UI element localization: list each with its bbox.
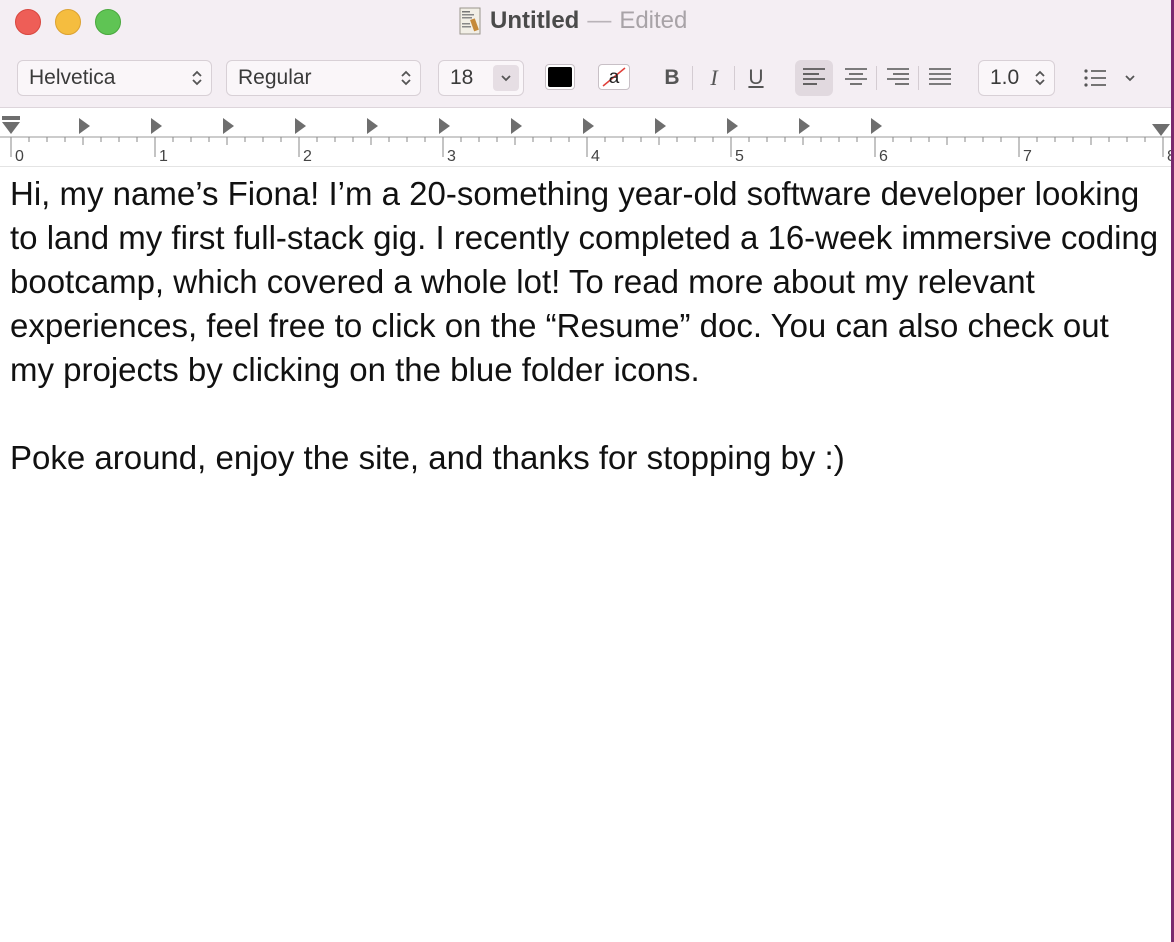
updown-chevron-icon [1035,70,1045,86]
divider [692,66,693,90]
window-chrome: Untitled — Edited Helvetica Regular 18 a… [0,0,1171,108]
textedit-window: Untitled — Edited Helvetica Regular 18 a… [0,0,1174,942]
document-icon [458,7,482,35]
ruler-label: 7 [1023,148,1032,165]
justify-button[interactable] [921,60,959,96]
ruler-label: 3 [447,148,456,165]
paragraph-closing: Poke around, enjoy the site, and thanks … [10,439,845,476]
font-style-value: Regular [238,66,312,89]
divider [734,66,735,90]
font-style-popup[interactable]: Regular [226,60,421,96]
highlight-glyph: a [609,67,620,88]
ruler-label: 1 [159,148,168,165]
divider [876,66,877,90]
tab-stop-marker [151,118,162,134]
title-separator: — [587,7,612,34]
line-spacing-value: 1.0 [990,66,1020,89]
ruler-label: 4 [591,148,600,165]
font-size-value: 18 [450,66,474,89]
document-body[interactable]: Hi, my name’s Fiona! I’m a 20-something … [10,172,1160,480]
ruler-label: 6 [879,148,888,165]
list-style-button[interactable] [1080,60,1144,96]
font-size-combo[interactable]: 18 [438,60,524,96]
updown-chevron-icon [192,70,202,86]
ruler-label: 5 [735,148,744,165]
tab-stop-marker [79,118,90,134]
align-left-icon [803,68,825,85]
tab-stop-marker [871,118,882,134]
tab-stop-marker [727,118,738,134]
align-center-icon [845,68,867,85]
first-line-indent-marker [2,116,20,120]
right-margin-marker [1152,124,1170,136]
tab-stop-marker [511,118,522,134]
font-family-value: Helvetica [29,66,116,89]
ruler[interactable]: 012345678 [0,109,1174,167]
maximize-button[interactable] [95,9,121,35]
tab-stop-marker [655,118,666,134]
text-color-swatch [548,67,572,87]
tab-stop-marker [799,118,810,134]
divider [918,66,919,90]
italic-button[interactable]: I [700,60,728,96]
highlight-color-well[interactable]: a [598,64,630,90]
line-spacing-popup[interactable]: 1.0 [978,60,1055,96]
title-text: Untitled [490,7,580,34]
tab-stop-marker [583,118,594,134]
window-title: Untitled — Edited [458,6,687,36]
updown-chevron-icon [401,70,411,86]
paragraph-intro: Hi, my name’s Fiona! I’m a 20-something … [10,175,1159,388]
justify-icon [929,68,951,85]
align-center-button[interactable] [837,60,875,96]
ruler-label: 0 [15,148,24,165]
align-right-button[interactable] [879,60,917,96]
left-indent-marker [2,122,20,134]
close-button[interactable] [15,9,41,35]
ruler-scale: 012345678 [0,116,1174,165]
text-color-well[interactable] [545,64,575,90]
font-size-dropdown-button[interactable] [493,65,519,91]
bold-button[interactable]: B [658,60,686,96]
align-left-button[interactable] [795,60,833,96]
chevron-down-icon [1125,75,1135,82]
minimize-button[interactable] [55,9,81,35]
font-family-popup[interactable]: Helvetica [17,60,212,96]
edited-status: Edited [619,7,688,34]
tab-stop-marker [367,118,378,134]
tab-stop-marker [439,118,450,134]
align-right-icon [887,68,909,85]
bullet-list-icon [1084,69,1135,87]
chevron-down-icon [501,75,511,82]
tab-stop-marker [223,118,234,134]
tab-stop-marker [295,118,306,134]
highlight-none-icon: a [602,67,626,88]
ruler-label: 2 [303,148,312,165]
underline-button[interactable]: U [742,60,770,96]
